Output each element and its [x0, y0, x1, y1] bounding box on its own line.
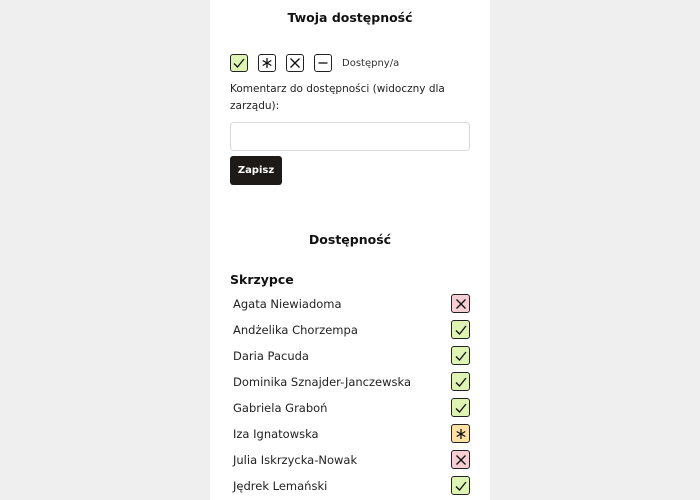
availability-panel: Twoja dostępność Dostępny/a Komentarz do…	[210, 0, 490, 500]
person-row: Dominika Sznajder-Janczewska	[230, 369, 470, 395]
selected-status-label: Dostępny/a	[342, 57, 400, 69]
person-row: Julia Iskrzycka-Nowak	[230, 447, 470, 473]
asterisk-icon	[455, 428, 466, 439]
person-name: Julia Iskrzycka-Nowak	[233, 453, 358, 467]
person-name: Daria Pacuda	[233, 349, 309, 363]
status-option-unavailable[interactable]	[286, 54, 304, 72]
status-badge	[451, 476, 470, 495]
status-badge	[451, 294, 470, 313]
comment-label: Komentarz do dostępności (widoczny dla z…	[230, 83, 445, 112]
cross-icon	[455, 454, 466, 465]
status-selector: Dostępny/a	[230, 52, 399, 74]
availability-list-title: Dostępność	[308, 232, 392, 247]
person-row: Daria Pacuda	[230, 343, 470, 369]
person-row: Iza Ignatowska	[230, 421, 470, 447]
save-button[interactable]: Zapisz	[230, 156, 282, 185]
check-icon	[455, 377, 467, 387]
person-row: Jędrek Lemański	[230, 473, 470, 499]
person-name: Andżelika Chorzempa	[233, 323, 358, 337]
person-name: Jędrek Lemański	[233, 479, 328, 493]
check-icon	[455, 403, 467, 413]
person-name: Dominika Sznajder-Janczewska	[233, 375, 412, 389]
person-name: Agata Niewiadoma	[233, 297, 342, 311]
asterisk-icon	[262, 58, 272, 68]
status-badge	[451, 424, 470, 443]
status-badge	[451, 372, 470, 391]
check-icon	[455, 325, 467, 335]
status-option-available[interactable]	[230, 54, 248, 72]
person-name: Gabriela Graboń	[233, 401, 328, 415]
dash-icon	[318, 62, 328, 64]
status-badge	[451, 450, 470, 469]
status-badge	[451, 398, 470, 417]
people-list: Agata Niewiadoma Andżelika Chorzempa Daria…	[230, 291, 470, 499]
person-row: Andżelika Chorzempa	[230, 317, 470, 343]
status-badge	[451, 346, 470, 365]
check-icon	[233, 58, 245, 68]
comment-input[interactable]	[230, 122, 470, 151]
cross-icon	[290, 58, 300, 68]
status-option-maybe[interactable]	[258, 54, 276, 72]
section-heading: Skrzypce	[230, 272, 294, 287]
check-icon	[455, 351, 467, 361]
form-title: Twoja dostępność	[287, 10, 413, 25]
person-row: Agata Niewiadoma	[230, 291, 470, 317]
check-icon	[455, 481, 467, 491]
status-option-none[interactable]	[314, 54, 332, 72]
status-badge	[451, 320, 470, 339]
cross-icon	[455, 298, 466, 309]
person-name: Iza Ignatowska	[233, 427, 319, 441]
person-row: Gabriela Graboń	[230, 395, 470, 421]
